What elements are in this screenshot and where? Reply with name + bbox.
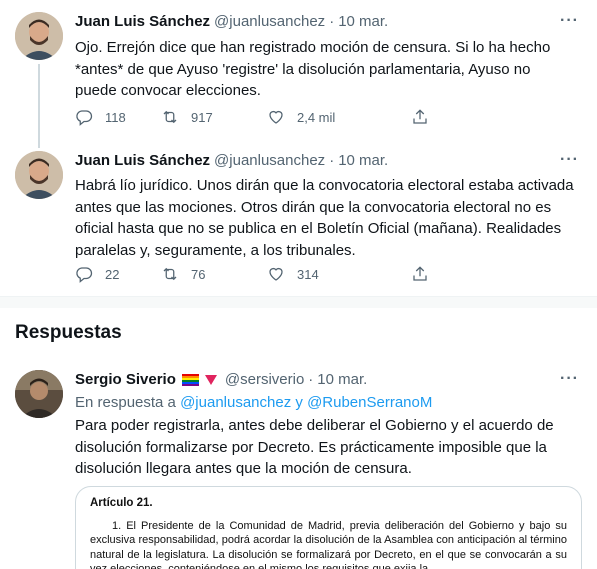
retweet-icon bbox=[163, 267, 177, 281]
timestamp[interactable]: 10 mar. bbox=[317, 371, 367, 388]
more-horizontal-icon[interactable]: ··· bbox=[560, 370, 579, 388]
retweet-icon bbox=[163, 110, 177, 124]
reply-icon bbox=[76, 110, 93, 126]
retweet-button[interactable]: 917 bbox=[161, 108, 267, 126]
reply-icon bbox=[76, 267, 93, 283]
avatar[interactable] bbox=[15, 151, 63, 199]
avatar[interactable] bbox=[15, 370, 63, 418]
share-icon bbox=[413, 266, 427, 281]
red-triangle-icon bbox=[204, 374, 217, 385]
timestamp[interactable]: 10 mar. bbox=[338, 152, 388, 169]
author-name[interactable]: Juan Luis Sánchez bbox=[75, 13, 210, 30]
separator-dot: · bbox=[329, 152, 335, 169]
reply-prefix: En respuesta a bbox=[75, 394, 176, 411]
avatar-image bbox=[15, 151, 63, 199]
document-title: Artículo 21. bbox=[90, 497, 153, 509]
more-horizontal-icon[interactable]: ··· bbox=[560, 12, 579, 30]
rainbow-flag-icon bbox=[181, 373, 199, 386]
separator-dot: · bbox=[308, 371, 314, 388]
thread-line bbox=[38, 64, 40, 148]
reply-button[interactable]: 118 bbox=[75, 108, 161, 126]
retweet-button[interactable]: 76 bbox=[161, 265, 267, 283]
share-icon bbox=[413, 109, 427, 124]
like-count: 2,4 mil bbox=[297, 109, 336, 125]
author-name[interactable]: Juan Luis Sánchez bbox=[75, 152, 210, 169]
reply-button[interactable]: 22 bbox=[75, 265, 161, 283]
replying-to: En respuesta a @juanlusanchez y @RubenSe… bbox=[75, 394, 432, 411]
tweet-text: Ojo. Errejón dice que han registrado moc… bbox=[75, 39, 551, 99]
more-horizontal-icon[interactable]: ··· bbox=[560, 151, 579, 169]
mention-link[interactable]: @RubenSerranoM bbox=[307, 394, 432, 411]
author-handle[interactable]: @juanlusanchez bbox=[214, 152, 325, 169]
reply-count: 118 bbox=[105, 109, 126, 125]
separator-dot: · bbox=[329, 13, 335, 30]
author-name[interactable]: Sergio Siverio bbox=[75, 371, 176, 388]
heart-icon bbox=[269, 267, 283, 281]
like-button[interactable]: 314 bbox=[267, 265, 411, 283]
retweet-count: 76 bbox=[191, 266, 206, 282]
attached-image[interactable]: Artículo 21. 1. El Presidente de la Comu… bbox=[75, 486, 582, 569]
section-separator bbox=[0, 296, 597, 308]
mention-link[interactable]: @juanlusanchez bbox=[180, 394, 291, 411]
share-button[interactable] bbox=[411, 265, 429, 283]
timestamp[interactable]: 10 mar. bbox=[338, 13, 388, 30]
section-title: Respuestas bbox=[15, 322, 122, 343]
share-button[interactable] bbox=[411, 108, 429, 126]
document-paragraph: 1. El Presidente de la Comunidad de Madr… bbox=[90, 519, 567, 569]
mention-conjunction: y bbox=[295, 394, 303, 411]
author-handle[interactable]: @sersiverio bbox=[225, 371, 304, 388]
heart-icon bbox=[269, 110, 283, 124]
retweet-count: 917 bbox=[191, 109, 213, 125]
avatar[interactable] bbox=[15, 12, 63, 60]
like-button[interactable]: 2,4 mil bbox=[267, 108, 411, 126]
reply-count: 22 bbox=[105, 266, 120, 282]
like-count: 314 bbox=[297, 266, 319, 282]
author-handle[interactable]: @juanlusanchez bbox=[214, 13, 325, 30]
avatar-image bbox=[15, 370, 63, 418]
avatar-image bbox=[15, 12, 63, 60]
tweet-text: Habrá lío jurídico. Unos dirán que la co… bbox=[75, 177, 574, 259]
tweet-text: Para poder registrarla, antes debe delib… bbox=[75, 417, 554, 477]
